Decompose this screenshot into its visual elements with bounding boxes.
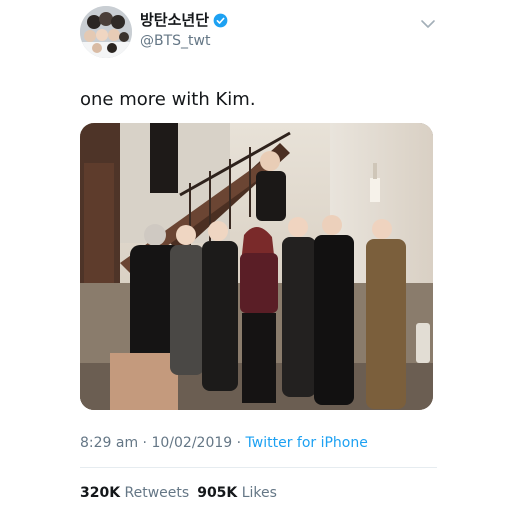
meta-separator: · (138, 435, 152, 451)
tweet-source-link[interactable]: Twitter for iPhone (246, 435, 368, 451)
likes-count: 905K (197, 485, 238, 501)
retweets-stat[interactable]: 320K Retweets (80, 485, 189, 501)
avatar-group-photo (80, 6, 132, 58)
retweets-label: Retweets (124, 485, 190, 501)
likes-stat[interactable]: 905K Likes (197, 485, 277, 501)
avatar[interactable] (80, 6, 132, 58)
tweet-meta: 8:29 am · 10/02/2019 · Twitter for iPhon… (80, 434, 368, 452)
user-handle[interactable]: @BTS_twt (140, 32, 210, 50)
likes-label: Likes (241, 485, 277, 501)
tweet-text: one more with Kim. (80, 89, 256, 110)
tweet-photo[interactable] (80, 123, 433, 410)
group-photo-image (80, 123, 433, 410)
chevron-down-icon[interactable] (420, 18, 436, 30)
tweet-card: 방탄소년단 @BTS_twt one more with Kim. 8:29 a… (0, 0, 512, 512)
display-name-text[interactable]: 방탄소년단 (140, 10, 209, 30)
verified-badge-icon (213, 13, 228, 27)
retweets-count: 320K (80, 485, 121, 501)
tweet-time[interactable]: 8:29 am (80, 435, 138, 451)
divider (80, 467, 437, 468)
tweet-stats: 320K Retweets 905K Likes (80, 484, 277, 502)
tweet-date[interactable]: 10/02/2019 (151, 435, 232, 451)
meta-separator-2: · (232, 435, 246, 451)
display-name[interactable]: 방탄소년단 (140, 10, 228, 30)
